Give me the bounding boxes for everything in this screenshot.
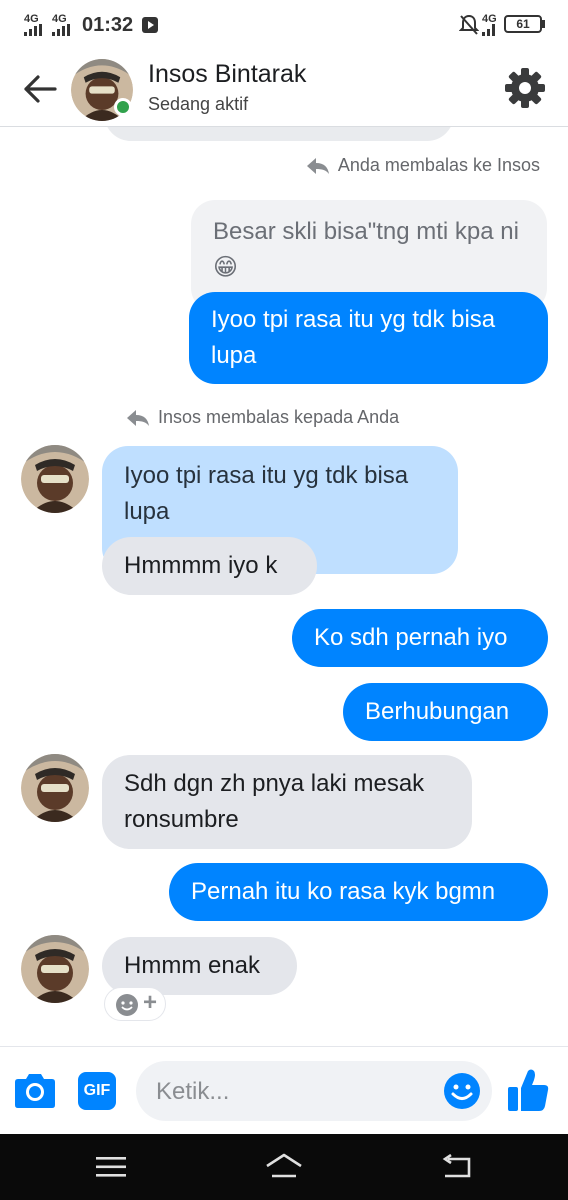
message-input[interactable] — [154, 1073, 428, 1111]
message-bubble-outgoing[interactable]: Ko sdh pernah iyo — [292, 609, 548, 667]
message-input-box[interactable] — [136, 1061, 492, 1121]
network-indicator-3: 4G — [482, 14, 498, 38]
gif-button[interactable]: GIF — [78, 1072, 116, 1110]
network-indicator-2: 4G — [52, 14, 72, 38]
clock: 01:32 — [82, 14, 134, 36]
system-navigation-bar — [0, 1134, 568, 1200]
message-bubble-outgoing[interactable]: Iyoo tpi rasa itu yg tdk bisa lupa — [189, 292, 548, 384]
message-composer: GIF — [0, 1046, 568, 1135]
online-indicator — [114, 98, 132, 116]
back-icon[interactable] — [442, 1154, 472, 1180]
plus-label: + — [143, 989, 158, 1016]
camera-icon[interactable] — [14, 1071, 56, 1109]
media-play-icon — [142, 17, 158, 33]
contact-avatar-small[interactable] — [21, 445, 89, 513]
message-bubble-incoming[interactable]: Sdh dgn zh pnya laki mesak ronsumbre — [102, 755, 472, 849]
status-bar: 4G 4G 01:32 4G 61 — [0, 0, 568, 50]
message-thread[interactable]: Anda membalas ke Insos Besar skli bisa"t… — [0, 127, 568, 1045]
menu-icon[interactable] — [96, 1156, 126, 1178]
reply-note: Insos membalas kepada Anda — [126, 407, 399, 428]
message-bubble-outgoing[interactable]: Berhubungan — [343, 683, 548, 741]
battery-tip — [542, 20, 545, 28]
add-reaction-button[interactable]: + — [104, 987, 166, 1021]
contact-name[interactable]: Insos Bintarak — [148, 60, 306, 89]
conversation-header: Insos Bintarak Sedang aktif — [0, 50, 568, 127]
emoji-icon[interactable] — [442, 1071, 482, 1111]
thumbs-up-icon[interactable] — [506, 1067, 550, 1113]
home-icon[interactable] — [264, 1152, 304, 1180]
mute-notification-icon — [459, 14, 479, 35]
reply-note: Anda membalas ke Insos — [306, 155, 540, 176]
gear-icon[interactable] — [503, 66, 547, 110]
message-bubble-incoming[interactable]: Hmmmm iyo k — [102, 537, 317, 595]
contact-status: Sedang aktif — [148, 94, 249, 114]
contact-avatar-small[interactable] — [21, 935, 89, 1003]
reply-icon — [306, 158, 329, 175]
emoji-react-icon — [116, 994, 138, 1016]
message-bubble-outgoing[interactable]: Pernah itu ko rasa kyk bgmn — [169, 863, 548, 921]
network-indicator-1: 4G — [24, 14, 44, 38]
reply-icon — [127, 410, 149, 427]
battery-indicator: 61 — [504, 15, 542, 33]
back-arrow-icon[interactable] — [22, 72, 58, 106]
message-bubble-partial[interactable] — [104, 127, 454, 141]
contact-avatar-small[interactable] — [21, 754, 89, 822]
